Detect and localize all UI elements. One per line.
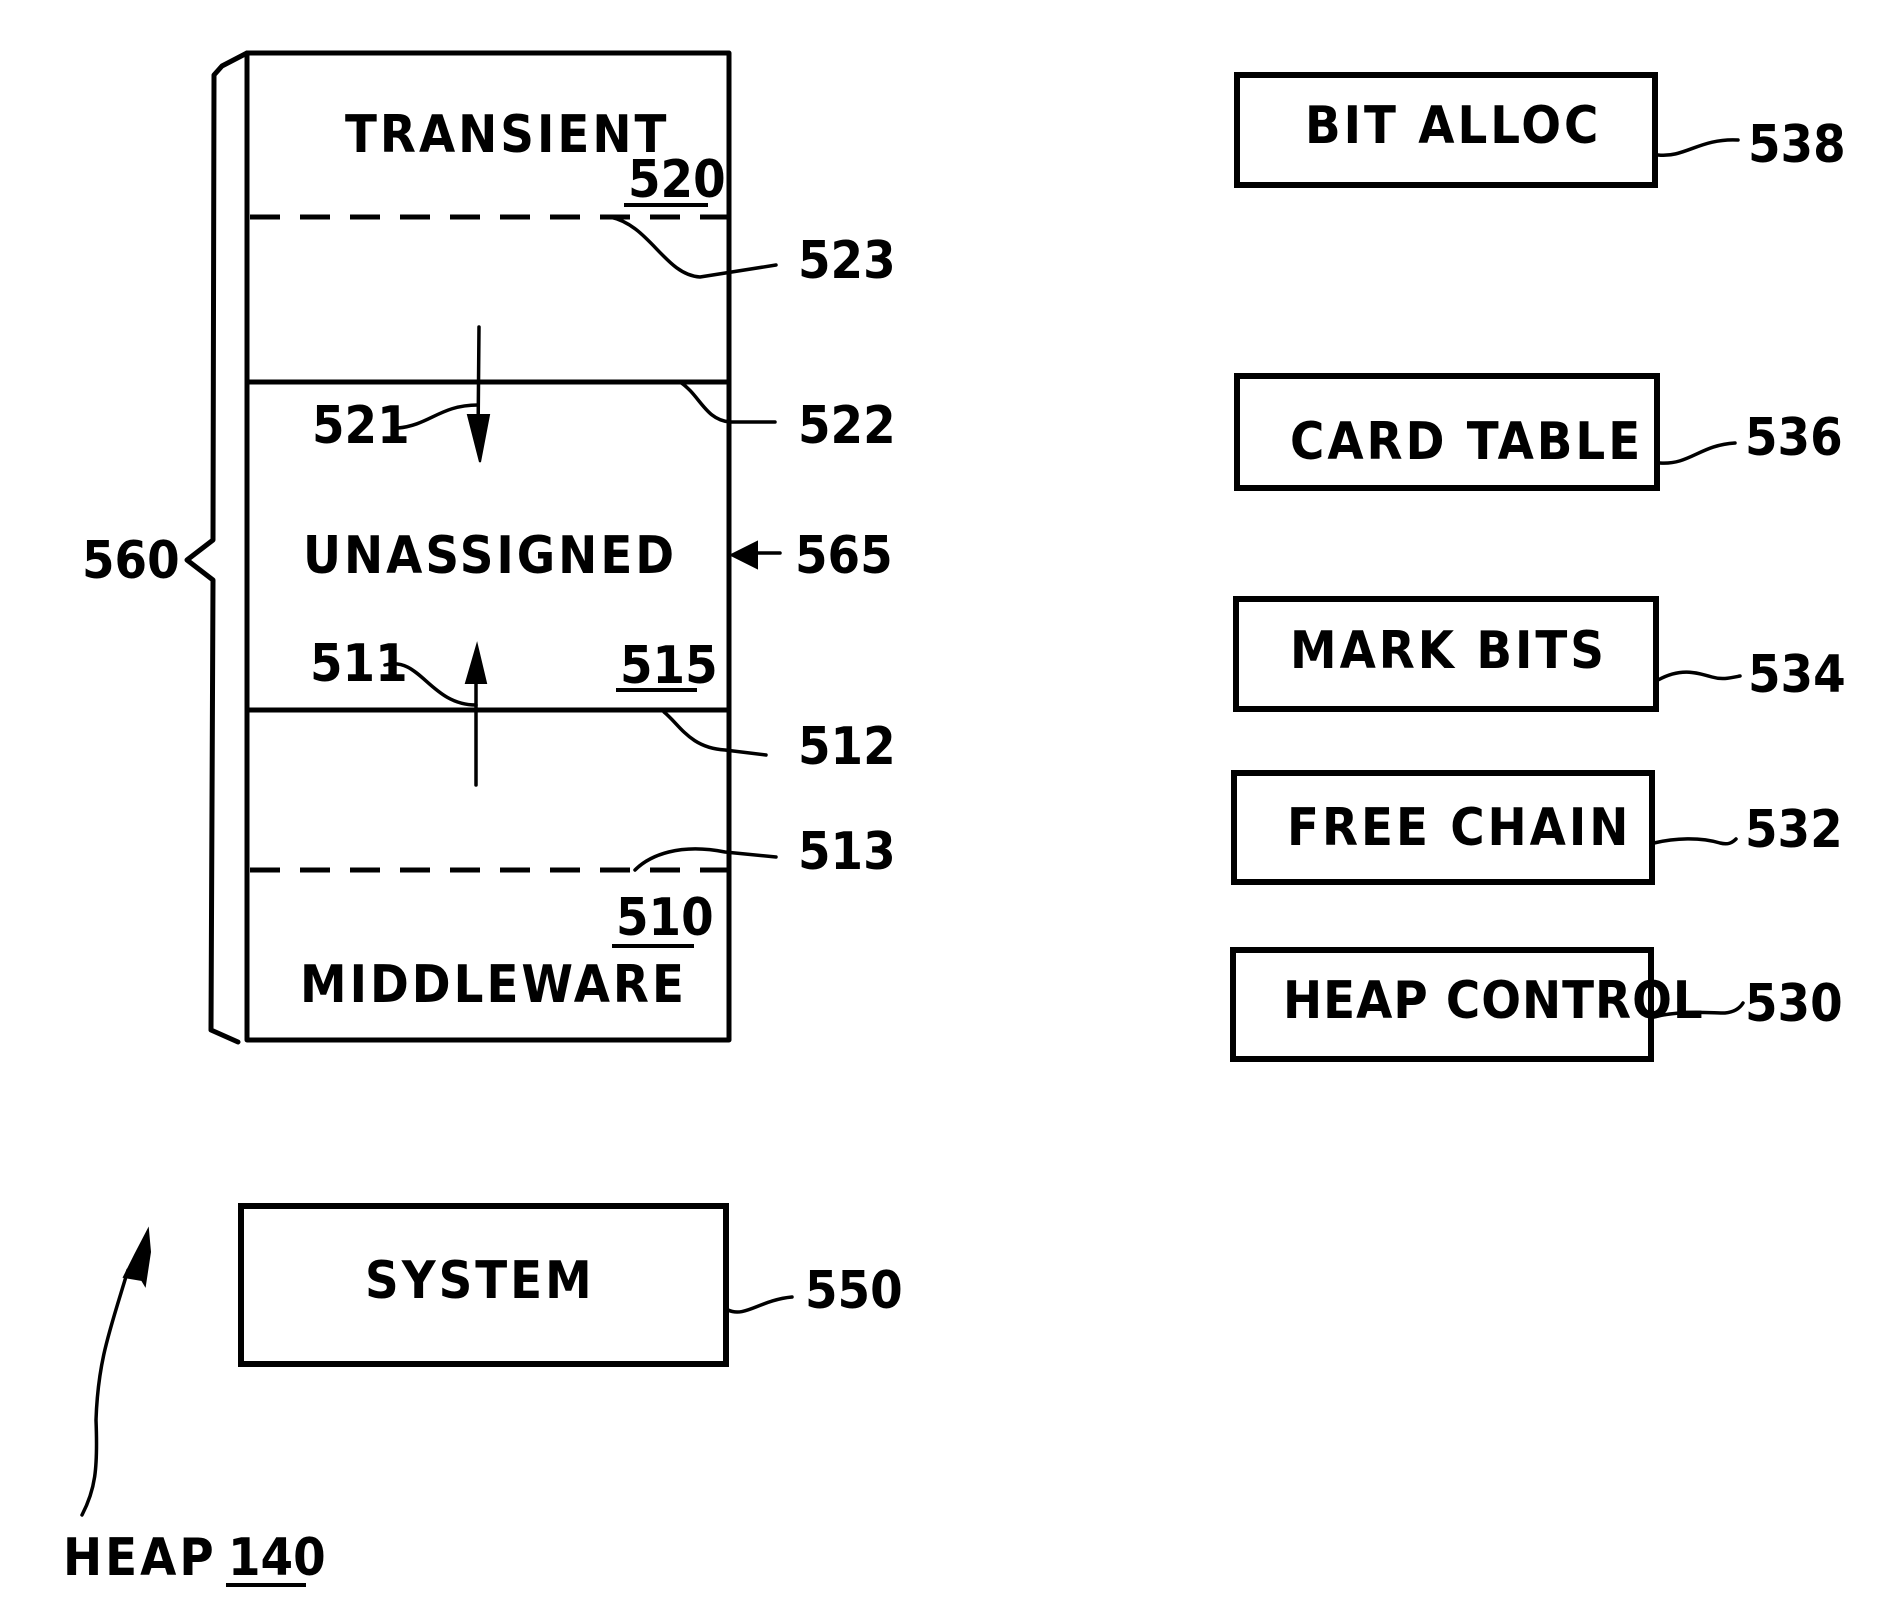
control-block-bit-alloc: BIT ALLOC 538	[1234, 72, 1846, 188]
ref-532: 532	[1745, 800, 1843, 860]
leader-550	[726, 1295, 794, 1314]
ref-565: 565	[795, 526, 893, 586]
ref-530: 530	[1745, 974, 1843, 1034]
control-block-mark-bits: MARK BITS 534	[1233, 596, 1846, 712]
control-block-card-table: CARD TABLE 536	[1234, 373, 1843, 491]
heap-column: TRANSIENT 520 UNASSIGNED 515 510 MIDDLEW…	[82, 50, 896, 1045]
arrow-up-icon	[464, 641, 488, 684]
heap-column-side-edge	[184, 50, 250, 1045]
ref-511: 511	[310, 634, 408, 694]
heap-control-label: HEAP CONTROL	[1283, 971, 1704, 1031]
ref-512: 512	[798, 717, 896, 777]
heap-diagram: TRANSIENT 520 UNASSIGNED 515 510 MIDDLEW…	[63, 50, 1846, 1588]
ref-513: 513	[798, 822, 896, 882]
leader-534	[1656, 670, 1742, 682]
ref-521: 521	[312, 396, 410, 456]
system-label: SYSTEM	[365, 1251, 595, 1311]
leader-521	[396, 403, 480, 430]
heap-ref: 140	[228, 1528, 326, 1588]
transient-growth-arrow	[466, 325, 491, 463]
unassigned-region-ref: 515	[620, 636, 718, 696]
middleware-growth-arrow	[464, 641, 488, 787]
ref-522: 522	[798, 396, 896, 456]
leader-536	[1658, 441, 1737, 465]
transient-region-label: TRANSIENT	[345, 105, 669, 165]
arrow-up-icon	[122, 1226, 152, 1288]
bit-alloc-label: BIT ALLOC	[1305, 96, 1601, 156]
transient-region-ref: 520	[628, 150, 726, 210]
heap-label: HEAP	[63, 1528, 217, 1588]
ref-560: 560	[82, 531, 180, 591]
arrow-down-icon	[466, 414, 491, 463]
unassigned-region-label: UNASSIGNED	[303, 526, 677, 586]
heap-pointer-line	[80, 1268, 130, 1517]
ref-523: 523	[798, 231, 896, 291]
middleware-region-label: MIDDLEWARE	[300, 955, 687, 1015]
mark-bits-label: MARK BITS	[1290, 621, 1607, 681]
leader-538	[1656, 138, 1740, 158]
ref-550: 550	[805, 1261, 903, 1321]
leader-512	[662, 710, 768, 757]
leader-532	[1652, 837, 1738, 846]
unassigned-pointer	[728, 540, 782, 570]
arrow-left-icon	[728, 540, 758, 570]
control-block-free-chain: FREE CHAIN 532	[1231, 770, 1843, 885]
system-block: SYSTEM 550	[238, 1203, 903, 1367]
ref-534: 534	[1748, 645, 1846, 705]
free-chain-label: FREE CHAIN	[1287, 798, 1631, 858]
ref-536: 536	[1745, 408, 1843, 468]
card-table-label: CARD TABLE	[1290, 412, 1643, 472]
ref-538: 538	[1748, 115, 1846, 175]
leader-513	[633, 847, 778, 872]
leader-523	[608, 215, 778, 279]
middleware-region-ref: 510	[616, 888, 714, 948]
control-block-heap-control: HEAP CONTROL 530	[1230, 947, 1843, 1062]
